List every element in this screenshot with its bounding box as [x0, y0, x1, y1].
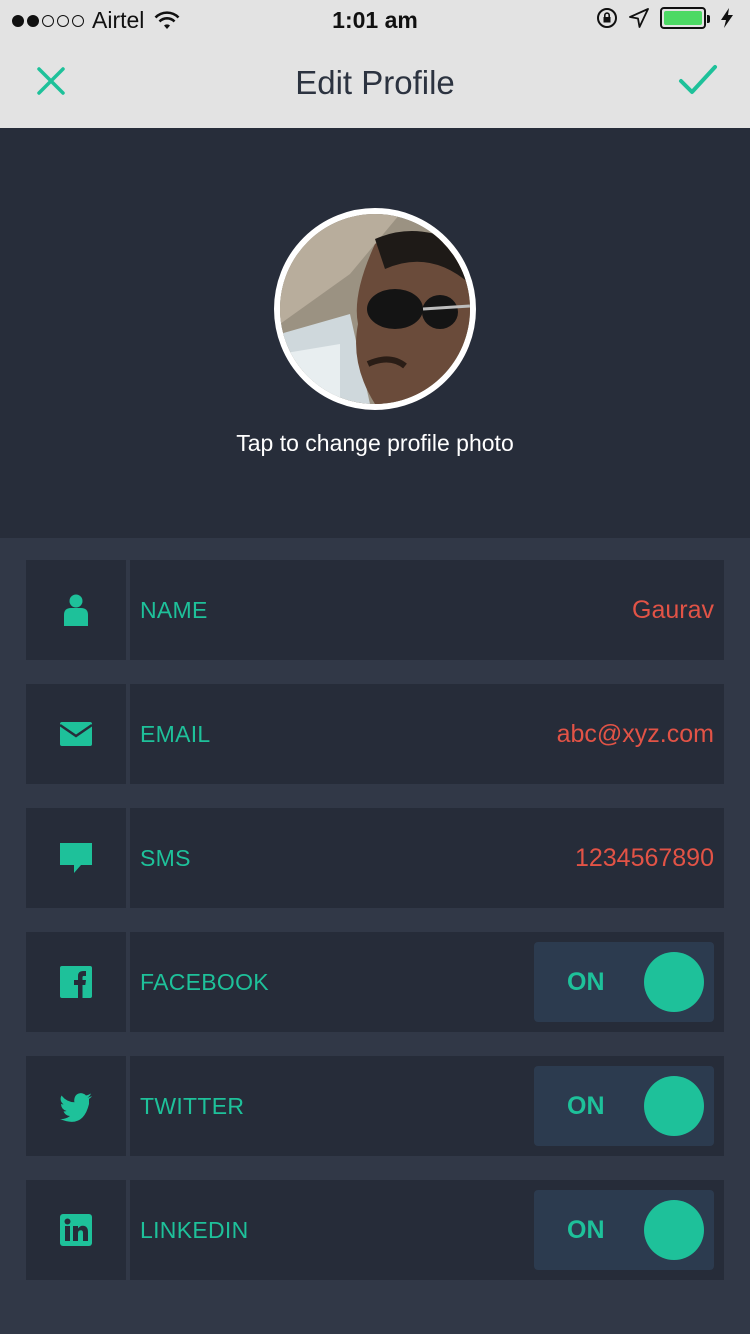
- email-row: EMAIL abc@xyz.com: [26, 684, 724, 784]
- sms-row: SMS 1234567890: [26, 808, 724, 908]
- linkedin-field: LINKEDIN ON: [130, 1180, 724, 1280]
- name-row: NAME Gaurav: [26, 560, 724, 660]
- linkedin-label: LINKEDIN: [140, 1217, 249, 1243]
- sms-label: SMS: [140, 845, 191, 871]
- linkedin-toggle[interactable]: ON: [534, 1190, 714, 1270]
- battery-nub: [707, 15, 710, 23]
- facebook-toggle[interactable]: ON: [534, 942, 714, 1022]
- profile-fields: NAME Gaurav EMAIL abc@xyz.com SMS 123456…: [26, 560, 724, 1304]
- envelope-icon: [59, 722, 93, 746]
- profile-header: Tap to change profile photo: [0, 128, 750, 538]
- twitter-row: TWITTER ON: [26, 1056, 724, 1156]
- facebook-icon-cell: [26, 932, 126, 1032]
- status-bar: Airtel 1:01 am: [0, 0, 750, 40]
- twitter-toggle-label: ON: [567, 1092, 605, 1120]
- twitter-icon-cell: [26, 1056, 126, 1156]
- sms-value[interactable]: 1234567890: [575, 808, 714, 908]
- name-label: NAME: [140, 597, 208, 623]
- toggle-knob: [644, 952, 704, 1012]
- twitter-field: TWITTER ON: [130, 1056, 724, 1156]
- linkedin-toggle-label: ON: [567, 1216, 605, 1244]
- sms-field[interactable]: SMS 1234567890: [130, 808, 724, 908]
- name-icon-cell: [26, 560, 126, 660]
- rotation-lock-icon: [597, 8, 617, 28]
- avatar[interactable]: [274, 208, 476, 410]
- facebook-icon: [60, 966, 92, 998]
- email-icon-cell: [26, 684, 126, 784]
- location-arrow-icon: [629, 8, 649, 28]
- facebook-row: FACEBOOK ON: [26, 932, 724, 1032]
- change-photo-label[interactable]: Tap to change profile photo: [0, 430, 750, 457]
- profile-photo: [280, 214, 470, 404]
- facebook-toggle-label: ON: [567, 968, 605, 996]
- twitter-icon: [60, 1093, 92, 1122]
- charging-bolt-icon: [721, 8, 733, 28]
- battery-icon: [660, 7, 710, 29]
- email-value[interactable]: abc@xyz.com: [557, 684, 714, 784]
- name-field[interactable]: NAME Gaurav: [130, 560, 724, 660]
- page-title: Edit Profile: [295, 64, 455, 101]
- toggle-knob: [644, 1200, 704, 1260]
- facebook-field: FACEBOOK ON: [130, 932, 724, 1032]
- twitter-label: TWITTER: [140, 1093, 245, 1119]
- linkedin-icon: [60, 1214, 92, 1246]
- twitter-toggle[interactable]: ON: [534, 1066, 714, 1146]
- facebook-label: FACEBOOK: [140, 969, 269, 995]
- email-label: EMAIL: [140, 721, 211, 747]
- chat-bubble-icon: [60, 843, 92, 873]
- toggle-knob: [644, 1076, 704, 1136]
- linkedin-row: LINKEDIN ON: [26, 1180, 724, 1280]
- person-icon: [64, 594, 88, 626]
- linkedin-icon-cell: [26, 1180, 126, 1280]
- status-right: [596, 7, 738, 29]
- sms-icon-cell: [26, 808, 126, 908]
- nav-bar: Edit Profile: [0, 40, 750, 128]
- battery-level: [664, 11, 702, 25]
- name-value[interactable]: Gaurav: [632, 560, 714, 660]
- email-field[interactable]: EMAIL abc@xyz.com: [130, 684, 724, 784]
- checkmark-icon[interactable]: [678, 62, 718, 98]
